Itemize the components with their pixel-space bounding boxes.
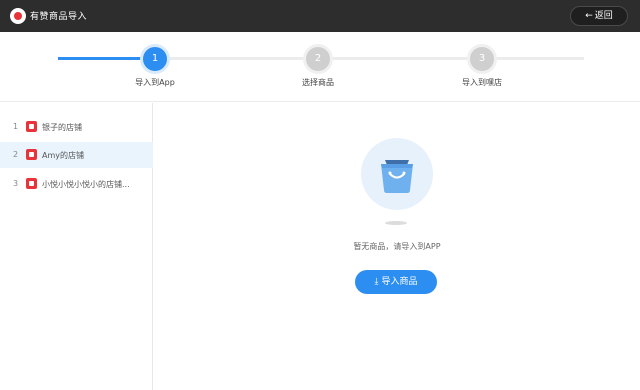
step-progress: 1 导入到App 2 选择商品 3 导入到嘿店: [0, 32, 640, 102]
main-content: 暂无商品，请导入到APP ⤓ 导入商品: [154, 103, 640, 390]
arrow-left-icon: ←: [585, 11, 593, 21]
shop-icon: [26, 149, 37, 160]
shop-name: 小悦小悦小悦小的店铺...: [42, 180, 130, 189]
step-2-indicator: 2: [306, 47, 330, 71]
shop-index: 3: [13, 179, 19, 188]
shop-list-item[interactable]: 1 银子的店铺: [0, 114, 153, 140]
shop-list-sidebar: 1 银子的店铺 2 Amy的店铺 3 小悦小悦小悦小的店铺...: [0, 103, 153, 390]
download-icon: ⤓: [374, 277, 379, 287]
shop-index: 2: [13, 150, 19, 159]
step-3-label: 导入到嘿店: [462, 78, 502, 87]
back-button[interactable]: ← 返回: [570, 6, 628, 26]
shop-icon: [26, 178, 37, 189]
app-header: 有赞商品导入 ← 返回: [0, 0, 640, 32]
import-button-label: 导入商品: [381, 277, 418, 287]
shopping-bag-icon: [361, 138, 433, 210]
youzan-logo-icon: [10, 8, 26, 24]
import-products-button[interactable]: ⤓ 导入商品: [355, 270, 437, 294]
app-title: 有赞商品导入: [30, 12, 88, 22]
illustration-shadow: [385, 221, 407, 225]
shop-name: 银子的店铺: [42, 123, 82, 132]
shop-name: Amy的店铺: [42, 151, 84, 160]
shop-list-item[interactable]: 3 小悦小悦小悦小的店铺...: [0, 171, 153, 197]
empty-state-message: 暂无商品，请导入到APP: [353, 242, 441, 251]
step-3-indicator: 3: [470, 47, 494, 71]
step-1-indicator: 1: [143, 47, 167, 71]
shop-index: 1: [13, 122, 19, 131]
step-2-label: 选择商品: [302, 78, 334, 87]
shop-icon: [26, 121, 37, 132]
step-1-label: 导入到App: [135, 78, 175, 87]
back-button-label: 返回: [594, 11, 613, 21]
shop-list-item-selected[interactable]: 2 Amy的店铺: [0, 142, 153, 168]
